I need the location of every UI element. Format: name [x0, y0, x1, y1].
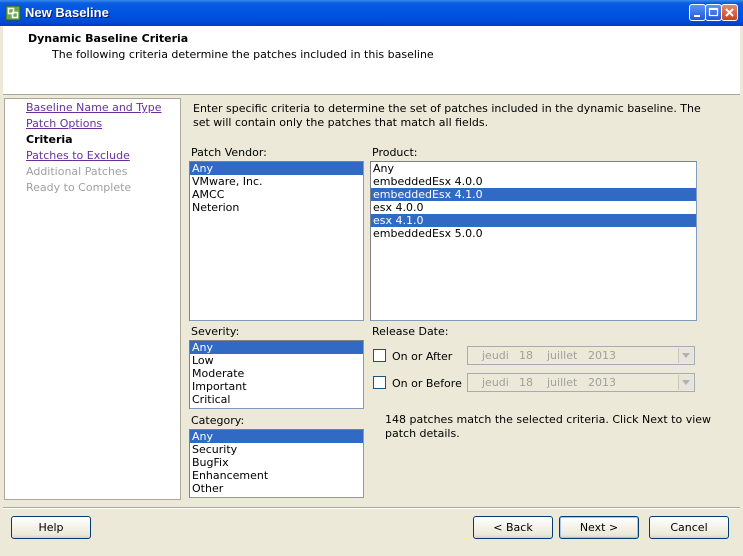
on-or-after-label: On or After — [392, 350, 453, 363]
list-item[interactable]: Enhancement — [190, 469, 363, 482]
close-button[interactable] — [721, 4, 738, 21]
close-icon — [725, 8, 734, 17]
wizard-steps-nav: Baseline Name and Type Patch Options Cri… — [4, 98, 181, 500]
intro-text: Enter specific criteria to determine the… — [193, 102, 701, 129]
category-list[interactable]: Any Security BugFix Enhancement Other — [189, 429, 364, 498]
on-or-after-date-picker[interactable]: jeudi 18 juillet 2013 — [467, 346, 695, 365]
list-item[interactable]: Other — [190, 482, 363, 495]
date-day: 18 — [519, 376, 533, 389]
nav-step-patches-to-exclude[interactable]: Patches to Exclude — [26, 149, 130, 162]
list-item[interactable]: Critical — [190, 393, 363, 406]
severity-list[interactable]: Any Low Moderate Important Critical — [189, 340, 364, 409]
match-count-text: 148 patches match the selected criteria.… — [385, 413, 712, 440]
list-item[interactable]: Any — [190, 162, 363, 175]
date-day-name: jeudi — [482, 376, 509, 389]
list-item[interactable]: Any — [190, 430, 363, 443]
wizard-header: Dynamic Baseline Criteria The following … — [3, 26, 740, 95]
patch-vendor-list[interactable]: Any VMware, Inc. AMCC Neterion — [189, 161, 364, 321]
list-item[interactable]: embeddedEsx 5.0.0 — [371, 227, 696, 240]
list-item[interactable]: AMCC — [190, 188, 363, 201]
list-item[interactable]: embeddedEsx 4.1.0 — [371, 188, 696, 201]
maximize-button[interactable] — [705, 4, 722, 21]
list-item[interactable]: Low — [190, 354, 363, 367]
footer-divider — [3, 507, 740, 509]
list-item[interactable]: Neterion — [190, 201, 363, 214]
nav-step-ready-to-complete: Ready to Complete — [26, 181, 132, 194]
product-list[interactable]: Any embeddedEsx 4.0.0 embeddedEsx 4.1.0 … — [370, 161, 697, 321]
dropdown-arrow-icon[interactable] — [678, 375, 693, 390]
date-year: 2013 — [588, 349, 616, 362]
list-item[interactable]: Security — [190, 443, 363, 456]
patch-vendor-label: Patch Vendor: — [191, 146, 267, 159]
nav-step-additional-patches: Additional Patches — [26, 165, 128, 178]
date-day: 18 — [519, 349, 533, 362]
list-item[interactable]: Any — [371, 162, 696, 175]
severity-label: Severity: — [191, 325, 240, 338]
date-month: juillet — [547, 376, 578, 389]
on-or-before-checkbox[interactable] — [373, 376, 386, 389]
nav-step-criteria: Criteria — [26, 133, 73, 146]
date-day-name: jeudi — [482, 349, 509, 362]
new-baseline-window: New Baseline Dynamic Baseline Criteria T… — [0, 0, 743, 556]
on-or-after-checkbox[interactable] — [373, 349, 386, 362]
dropdown-arrow-icon[interactable] — [678, 348, 693, 363]
date-year: 2013 — [588, 376, 616, 389]
on-or-before-date-picker[interactable]: jeudi 18 juillet 2013 — [467, 373, 695, 392]
product-label: Product: — [372, 146, 418, 159]
page-subtitle: The following criteria determine the pat… — [52, 48, 434, 61]
release-date-label: Release Date: — [372, 325, 449, 338]
list-item[interactable]: Any — [190, 341, 363, 354]
minimize-button[interactable] — [689, 4, 706, 21]
category-label: Category: — [191, 414, 245, 427]
nav-step-patch-options[interactable]: Patch Options — [26, 117, 102, 130]
list-item[interactable]: Important — [190, 380, 363, 393]
minimize-icon — [694, 15, 700, 17]
list-item[interactable]: esx 4.0.0 — [371, 201, 696, 214]
app-icon — [5, 5, 21, 21]
next-button[interactable]: Next > — [559, 516, 639, 539]
page-title: Dynamic Baseline Criteria — [28, 32, 189, 45]
back-button[interactable]: < Back — [473, 516, 553, 539]
on-or-before-label: On or Before — [392, 377, 462, 390]
list-item[interactable]: BugFix — [190, 456, 363, 469]
maximize-icon — [708, 7, 719, 17]
help-button[interactable]: Help — [11, 516, 91, 539]
window-title: New Baseline — [25, 5, 109, 20]
date-month: juillet — [547, 349, 578, 362]
list-item[interactable]: Moderate — [190, 367, 363, 380]
list-item[interactable]: esx 4.1.0 — [371, 214, 696, 227]
nav-step-baseline-name-and-type[interactable]: Baseline Name and Type — [26, 101, 162, 114]
list-item[interactable]: VMware, Inc. — [190, 175, 363, 188]
title-bar[interactable]: New Baseline — [0, 0, 743, 26]
list-item[interactable]: embeddedEsx 4.0.0 — [371, 175, 696, 188]
cancel-button[interactable]: Cancel — [649, 516, 729, 539]
